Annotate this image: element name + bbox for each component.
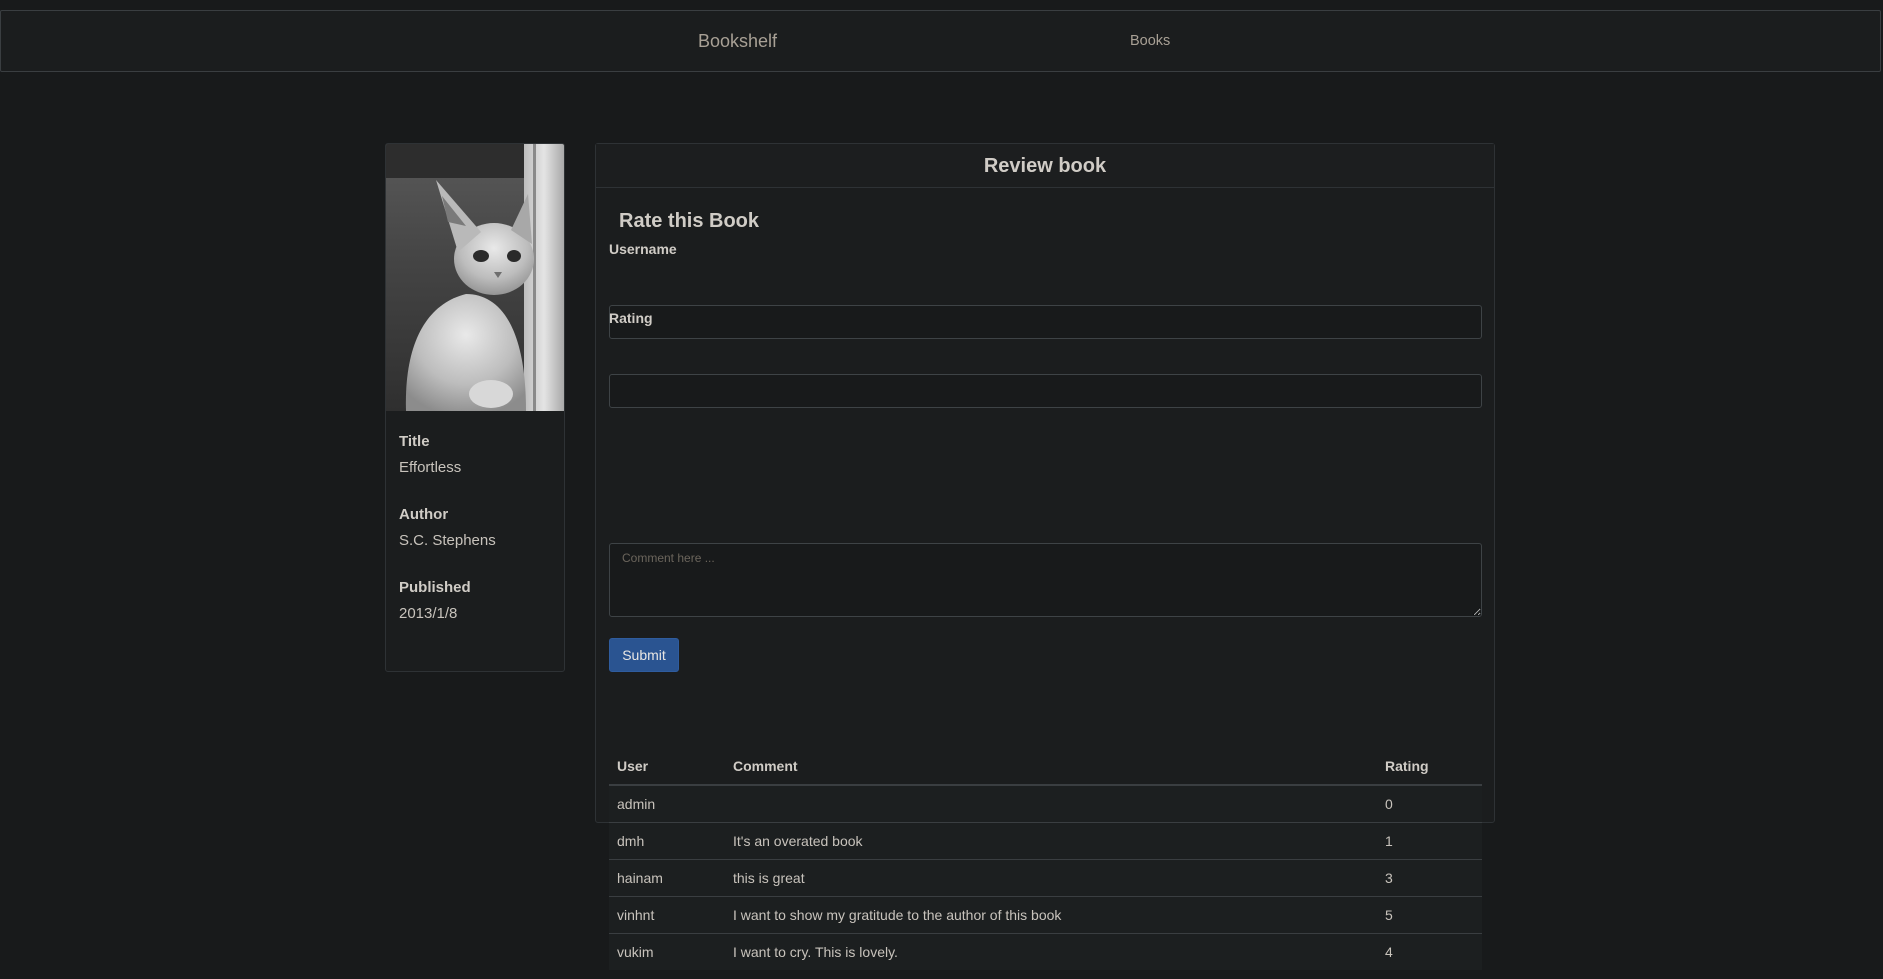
cell-rating: 3 <box>1377 859 1482 897</box>
book-info-card: Title Effortless Author S.C. Stephens Pu… <box>385 143 565 672</box>
cell-comment: I want to cry. This is lovely. <box>725 933 1377 970</box>
cell-comment: this is great <box>725 859 1377 897</box>
cell-user: admin <box>609 785 725 823</box>
column-header-comment: Comment <box>725 748 1377 786</box>
book-title: Effortless <box>399 459 462 476</box>
table-row: vinhnt I want to show my gratitude to th… <box>609 896 1482 934</box>
username-label: Username <box>609 241 677 257</box>
book-cover-image <box>386 144 564 411</box>
book-author: S.C. Stephens <box>399 532 496 549</box>
brand-link[interactable]: Bookshelf <box>698 11 777 71</box>
form-title: Rate this Book <box>619 210 760 232</box>
card-header: Review book <box>596 144 1494 188</box>
book-details: Title Effortless Author S.C. Stephens Pu… <box>386 411 564 671</box>
cell-rating: 5 <box>1377 896 1482 934</box>
cell-comment: It's an overated book <box>725 822 1377 860</box>
author-label: Author <box>399 506 449 523</box>
reviews-table: User Comment Rating admin 0 dmh It's an … <box>609 748 1482 970</box>
column-header-user: User <box>609 748 725 786</box>
cell-rating: 0 <box>1377 785 1482 823</box>
submit-button[interactable]: Submit <box>609 638 679 672</box>
table-row: hainam this is great 3 <box>609 859 1482 897</box>
book-published-date: 2013/1/8 <box>399 605 458 622</box>
table-row: vukim I want to cry. This is lovely. 4 <box>609 933 1482 970</box>
cell-user: vukim <box>609 933 725 970</box>
table-row: dmh It's an overated book 1 <box>609 822 1482 860</box>
comment-textarea[interactable] <box>609 543 1482 617</box>
title-label: Title <box>399 433 430 450</box>
rating-input[interactable] <box>609 374 1482 408</box>
nav-link-books[interactable]: Books <box>1130 11 1170 71</box>
cell-rating: 4 <box>1377 933 1482 970</box>
table-header-row: User Comment Rating <box>609 748 1482 786</box>
cell-user: vinhnt <box>609 896 725 934</box>
cell-rating: 1 <box>1377 822 1482 860</box>
table-row: admin 0 <box>609 785 1482 823</box>
navbar: Bookshelf Books <box>0 10 1881 72</box>
cell-user: hainam <box>609 859 725 897</box>
column-header-rating: Rating <box>1377 748 1482 786</box>
cell-comment: I want to show my gratitude to the autho… <box>725 896 1377 934</box>
username-input[interactable] <box>609 305 1482 339</box>
published-label: Published <box>399 579 471 596</box>
cell-user: dmh <box>609 822 725 860</box>
cell-comment <box>725 785 1377 823</box>
rating-label: Rating <box>609 310 653 326</box>
review-card: Review book Rate this Book Username Rati… <box>595 143 1495 970</box>
